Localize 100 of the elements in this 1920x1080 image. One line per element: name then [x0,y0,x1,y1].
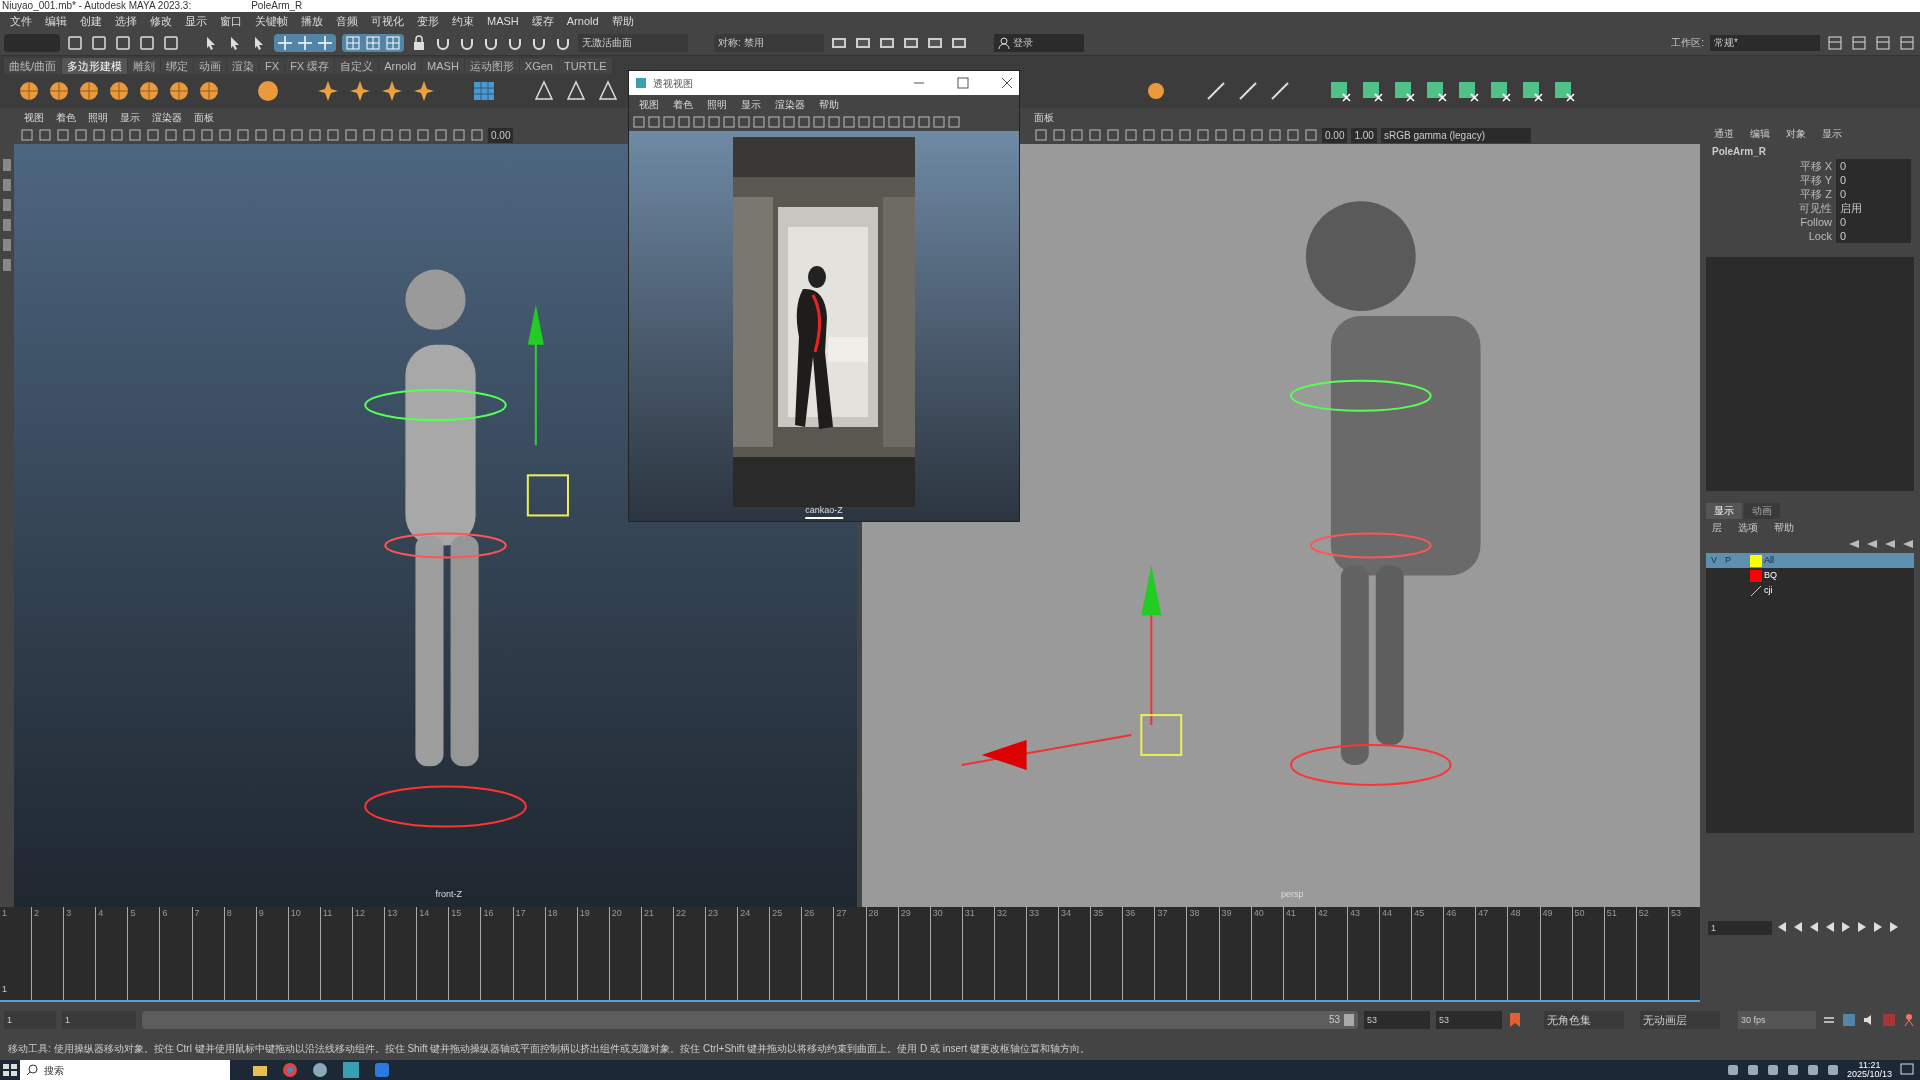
panel-menu-item[interactable]: 照明 [707,96,727,112]
exposure-field[interactable]: 0.00 [1322,127,1348,143]
layer-menu-item[interactable]: 层 [1712,519,1722,535]
attribute-value[interactable]: 0 [1836,159,1911,173]
start-frame-field[interactable]: 1 [4,1010,56,1029]
exposure-field[interactable]: 0.00 [488,127,514,143]
frame-number: 14 [418,907,431,920]
frame-number: 10 [289,907,302,920]
shelf-tab[interactable]: XGen [519,58,558,74]
menu-item[interactable]: 缓存 [531,12,554,30]
menu-item[interactable]: 可视化 [371,12,404,30]
shelf-tab[interactable]: 曲线/曲面 [4,58,62,74]
menu-item[interactable]: 文件 [10,12,32,30]
layer-menu-item[interactable]: 选项 [1738,519,1758,535]
panel-menu-item[interactable]: 面板 [1034,109,1054,125]
shelf-tab[interactable]: 动画 [194,58,227,74]
attribute-label: Lock [1807,228,1832,244]
panel-menu-item[interactable]: 显示 [741,96,761,112]
menu-item[interactable]: 音频 [336,12,358,30]
channel-menu-item[interactable]: 对象 [1786,125,1806,141]
channel-menu-item[interactable]: 编辑 [1750,125,1770,141]
attribute-value[interactable]: 0 [1836,215,1911,229]
frame-number: 46 [1445,907,1458,920]
symmetry-dropdown[interactable]: 对称: 禁用 [714,33,824,52]
gamma-field[interactable]: 1.00 [1351,127,1377,143]
fps-dropdown[interactable]: 30 fps [1738,1010,1816,1029]
menu-item[interactable]: 选择 [115,12,137,30]
channel-menu-item[interactable]: 显示 [1822,125,1842,141]
shelf-tab[interactable]: FX [260,58,285,74]
layer-menu-item[interactable]: 帮助 [1774,519,1794,535]
panel-menu-item[interactable]: 面板 [194,109,214,125]
shelf-tab[interactable]: 渲染 [227,58,260,74]
shelf-tab[interactable]: 运动图形 [464,58,519,74]
color-space-dropdown[interactable]: sRGB gamma (legacy) [1380,127,1531,143]
attribute-label: 平移 X [1798,158,1832,174]
menu-item[interactable]: 编辑 [45,12,67,30]
frame-number: 33 [1028,907,1040,920]
layer-flag[interactable]: P [1722,553,1734,568]
menu-item[interactable]: 变形 [417,12,439,30]
frame-number: 29 [899,907,912,920]
menu-item[interactable]: Arnold [566,12,599,30]
current-frame-field[interactable]: 1 [1708,921,1772,935]
end-frame-field[interactable]: 53 [1436,1010,1502,1029]
attribute-label: 平移 Y [1798,172,1832,188]
panel-menu-item[interactable]: 渲染器 [152,109,182,125]
shelf-tab[interactable]: TURTLE [558,58,612,74]
menu-item[interactable]: 窗口 [220,12,242,30]
panel-menu-item[interactable]: 照明 [88,109,108,125]
panel-menu-item[interactable]: 视图 [639,96,659,112]
surface-field[interactable]: 无激活曲面 [578,33,688,52]
layer-row[interactable]: cji [1706,583,1914,598]
menu-item[interactable]: 帮助 [611,12,634,30]
layer-row[interactable]: BQ [1706,568,1914,583]
attribute-value[interactable]: 0 [1836,229,1911,243]
menu-item[interactable]: 显示 [185,12,207,30]
character-set-dropdown[interactable]: 无角色集 [1544,1010,1624,1029]
layer-row[interactable]: V P All [1706,553,1914,568]
panel-menu-item[interactable]: 帮助 [819,96,839,112]
frame-number: 9 [257,907,265,920]
shelf-tab[interactable]: Arnold [379,58,422,74]
menu-item[interactable]: MASH [487,12,519,30]
panel-menu-item[interactable]: 显示 [120,109,140,125]
channel-menu-item[interactable]: 通道 [1714,125,1734,141]
workspace-dropdown[interactable]: 常规* [1710,34,1820,51]
menu-item[interactable]: 约束 [452,12,474,30]
layer-flag[interactable]: V [1708,553,1720,568]
frame-number: 37 [1156,907,1169,920]
panel-menu-item[interactable]: 渲染器 [775,96,805,112]
layer-tab[interactable]: 显示 [1706,503,1742,519]
frame-number: 5 [129,907,137,920]
panel-menu-item[interactable]: 视图 [24,109,44,125]
menu-item[interactable]: 修改 [150,12,172,30]
shelf-tab[interactable]: 绑定 [161,58,194,74]
shelf-tab[interactable]: 多边形建模 [62,58,128,74]
layer-tab[interactable]: 动画 [1744,503,1780,519]
attribute-value[interactable]: 0 [1836,187,1911,201]
menu-item[interactable]: 关键帧 [255,12,288,30]
attribute-value[interactable]: 0 [1836,173,1911,187]
panel-menu-item[interactable]: 着色 [56,109,76,125]
range-slider[interactable]: 53 [142,1010,1358,1029]
attribute-value[interactable]: 启用 [1836,201,1911,215]
playback-end-field[interactable]: 53 [1364,1010,1430,1029]
shelf-tab[interactable]: 自定义 [335,58,379,74]
clock-date: 2025/10/13 [1846,1070,1892,1079]
login-dropdown[interactable]: 登录 [994,33,1084,52]
frame-number: 1 [1,907,8,920]
menu-item[interactable]: 创建 [80,12,102,30]
menu-item[interactable]: 播放 [301,12,323,30]
shelf-tab[interactable]: 雕刻 [128,58,161,74]
panel-menu-item[interactable]: 着色 [673,96,693,112]
frame-number: 21 [642,907,655,920]
shelf-tab[interactable]: MASH [422,58,464,74]
playback-start-field[interactable]: 1 [62,1010,136,1029]
frame-number: 42 [1316,907,1329,920]
layer-name: All [1764,553,1774,567]
frame-number: 4 [97,907,105,920]
taskbar-search-field[interactable]: 搜索 [20,1060,230,1080]
animation-layer-dropdown[interactable]: 无动画层 [1640,1010,1720,1029]
shelf-tab[interactable]: FX 缓存 [285,58,335,74]
workspace-label: 工作区: [1671,36,1704,50]
